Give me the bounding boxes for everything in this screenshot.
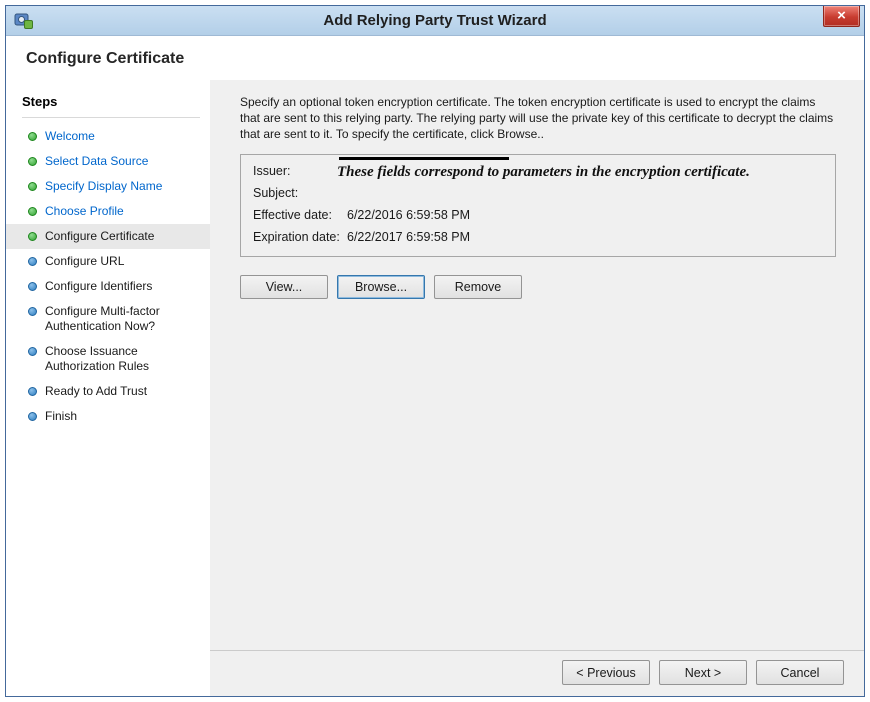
window-title: Add Relying Party Trust Wizard [66,12,804,29]
expiration-date-label: Expiration date: [253,226,347,248]
step-label: Configure Certificate [45,229,154,244]
effective-date-row: Effective date: 6/22/2016 6:59:58 PM [253,204,825,226]
content-area: Specify an optional token encryption cer… [210,80,864,650]
cancel-button[interactable]: Cancel [756,660,844,685]
sidebar-step-finish: Finish [6,404,210,429]
steps-title: Steps [6,94,210,109]
step-label: Specify Display Name [45,179,162,194]
sidebar-step-select-data-source: Select Data Source [6,149,210,174]
step-completed-icon [28,232,37,241]
expiration-date-value: 6/22/2017 6:59:58 PM [347,226,470,248]
content-column: Specify an optional token encryption cer… [210,80,864,696]
page-header: Configure Certificate [6,36,864,80]
wizard-dialog: Add Relying Party Trust Wizard × Configu… [5,5,865,697]
step-completed-icon [28,207,37,216]
footer-button-bar: < Previous Next > Cancel [210,650,864,696]
step-completed-icon [28,157,37,166]
step-label: Choose Issuance Authorization Rules [45,344,202,374]
step-label: Select Data Source [45,154,148,169]
sidebar-step-choose-profile: Choose Profile [6,199,210,224]
step-label: Finish [45,409,77,424]
step-label: Choose Profile [45,204,124,219]
description-text: Specify an optional token encryption cer… [240,94,836,142]
next-button[interactable]: Next > [659,660,747,685]
sidebar-step-configure-url: Configure URL [6,249,210,274]
certificate-details-box: These fields correspond to parameters in… [240,154,836,257]
annotation-note: These fields correspond to parameters in… [337,164,750,181]
sidebar-step-welcome: Welcome [6,124,210,149]
titlebar: Add Relying Party Trust Wizard × [6,6,864,36]
certificate-actions: View... Browse... Remove [240,275,836,299]
subject-label: Subject: [253,182,347,204]
step-pending-icon [28,282,37,291]
redaction-mark [339,157,509,160]
expiration-date-row: Expiration date: 6/22/2017 6:59:58 PM [253,226,825,248]
sidebar-step-configure-certificate: Configure Certificate [6,224,210,249]
step-pending-icon [28,257,37,266]
effective-date-label: Effective date: [253,204,347,226]
steps-divider [22,117,200,118]
step-pending-icon [28,387,37,396]
step-label: Configure Identifiers [45,279,152,294]
effective-date-value: 6/22/2016 6:59:58 PM [347,204,470,226]
page-title: Configure Certificate [26,50,864,68]
sidebar-step-specify-display-name: Specify Display Name [6,174,210,199]
sidebar-steps: Welcome Select Data Source Specify Display… [6,124,210,429]
steps-sidebar: Steps Welcome Select Data Source Specify D… [6,80,210,696]
close-button[interactable]: × [823,6,860,27]
sidebar-step-configure-multi-factor-authentication-now: Configure Multi-factor Authentication No… [6,299,210,339]
app-icon [14,11,34,31]
sidebar-step-choose-issuance-authorization-rules: Choose Issuance Authorization Rules [6,339,210,379]
step-label: Ready to Add Trust [45,384,147,399]
step-pending-icon [28,307,37,316]
step-label: Configure URL [45,254,124,269]
remove-button[interactable]: Remove [434,275,522,299]
sidebar-step-ready-to-add-trust: Ready to Add Trust [6,379,210,404]
subject-row: Subject: [253,182,825,204]
step-completed-icon [28,132,37,141]
issuer-label: Issuer: [253,160,347,182]
sidebar-step-configure-identifiers: Configure Identifiers [6,274,210,299]
step-completed-icon [28,182,37,191]
previous-button[interactable]: < Previous [562,660,650,685]
browse-button[interactable]: Browse... [337,275,425,299]
step-label: Welcome [45,129,95,144]
step-pending-icon [28,347,37,356]
dialog-body: Steps Welcome Select Data Source Specify D… [6,80,864,696]
step-pending-icon [28,412,37,421]
view-button[interactable]: View... [240,275,328,299]
step-label: Configure Multi-factor Authentication No… [45,304,202,334]
